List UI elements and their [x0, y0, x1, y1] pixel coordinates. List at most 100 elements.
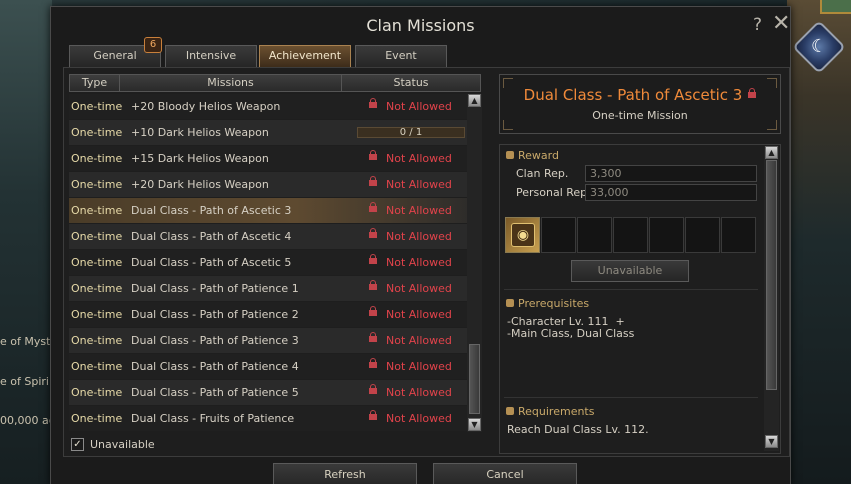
lock-icon: [369, 280, 377, 293]
status-text: Not Allowed: [386, 256, 452, 269]
mission-row[interactable]: One-time Dual Class - Path of Patience 4 N…: [69, 354, 481, 379]
tab-general[interactable]: General 6: [69, 37, 162, 67]
mission-detail-body: Reward Clan Rep. 3,300 Personal Rep. 33,…: [499, 144, 781, 454]
lock-icon: [369, 254, 377, 267]
reward-heading: Reward: [506, 149, 559, 162]
background-text-fragment: e of Spiri: [0, 375, 49, 388]
mission-row[interactable]: One-time Dual Class - Path of Ascetic 4 No…: [69, 224, 481, 249]
mission-title-text: Dual Class - Path of Ascetic 3: [523, 86, 743, 104]
notification-badge: 6: [144, 37, 162, 53]
mission-status-cell: Not Allowed: [369, 276, 452, 301]
mission-row[interactable]: One-time Dual Class - Path of Patience 1 N…: [69, 276, 481, 301]
tab-label: Achievement: [268, 49, 342, 62]
dialog-title: Clan Missions: [366, 16, 475, 35]
mission-row[interactable]: One-time +20 Bloody Helios Weapon Not Allo…: [69, 94, 481, 119]
refresh-button[interactable]: Refresh: [273, 463, 417, 484]
reward-slot: [721, 217, 756, 253]
scroll-up-icon[interactable]: ▲: [468, 94, 481, 107]
lock-icon: [369, 410, 377, 423]
mission-type-cell: One-time: [71, 178, 123, 191]
scrollbar-thumb[interactable]: [766, 160, 777, 390]
clan-rep-value: 3,300: [585, 165, 757, 182]
scroll-up-icon[interactable]: ▲: [765, 146, 778, 159]
tab-intensive[interactable]: Intensive: [165, 45, 257, 67]
mission-progress-bar: 0 / 1: [357, 127, 465, 138]
detail-scrollbar[interactable]: ▲ ▼: [764, 146, 779, 451]
scroll-down-icon[interactable]: ▼: [765, 435, 778, 448]
book-icon: ◉: [511, 223, 535, 247]
mission-row[interactable]: One-time +10 Dark Helios Weapon 0 / 1: [69, 120, 481, 145]
reward-icon: [506, 151, 514, 159]
cancel-button[interactable]: Cancel: [433, 463, 577, 484]
mission-row[interactable]: One-time Dual Class - Path of Patience 5 N…: [69, 380, 481, 405]
unavailable-button[interactable]: Unavailable: [571, 260, 689, 282]
mission-row[interactable]: One-time Dual Class - Fruits of Patience N…: [69, 406, 481, 431]
tab-label: Event: [385, 49, 417, 62]
column-header-status[interactable]: Status: [342, 75, 480, 91]
mission-row[interactable]: One-time Dual Class - Path of Patience 3 N…: [69, 328, 481, 353]
mission-type-cell: One-time: [71, 126, 123, 139]
reward-slot: [577, 217, 612, 253]
background-text-fragment: e of Myst: [0, 335, 51, 348]
column-header-type[interactable]: Type: [70, 75, 120, 91]
status-text: Not Allowed: [386, 230, 452, 243]
help-icon[interactable]: ?: [753, 15, 762, 35]
background-left-scenery: [0, 0, 52, 484]
lock-icon: [369, 150, 377, 163]
lock-icon: [748, 88, 757, 101]
background-text-fragment: 00,000 ac: [0, 414, 55, 427]
mission-name-cell: +10 Dark Helios Weapon: [131, 126, 269, 139]
column-header-missions[interactable]: Missions: [120, 75, 342, 91]
scrollbar-thumb[interactable]: [469, 344, 480, 414]
mission-row[interactable]: One-time +15 Dark Helios Weapon Not Allowe…: [69, 146, 481, 171]
mission-name-cell: Dual Class - Path of Patience 5: [131, 386, 299, 399]
unavailable-checkbox[interactable]: ✓: [71, 438, 84, 451]
status-text: Not Allowed: [386, 100, 452, 113]
lock-icon: [369, 306, 377, 319]
mission-name-cell: Dual Class - Path of Patience 3: [131, 334, 299, 347]
tab-event[interactable]: Event: [355, 45, 447, 67]
requirements-heading: Requirements: [506, 405, 594, 418]
mission-name-cell: +20 Dark Helios Weapon: [131, 178, 269, 191]
reward-slot[interactable]: ◉: [505, 217, 540, 253]
background-right-scenery: [787, 0, 851, 484]
divider: [504, 397, 758, 398]
mission-row[interactable]: One-time Dual Class - Path of Ascetic 5 No…: [69, 250, 481, 275]
close-icon[interactable]: ✕: [772, 13, 790, 35]
mission-type-cell: One-time: [71, 230, 123, 243]
mission-status-cell: Not Allowed: [369, 406, 452, 431]
lock-icon: [369, 98, 377, 111]
unavailable-checkbox-label: Unavailable: [90, 438, 155, 451]
lock-icon: [369, 176, 377, 189]
mission-status-cell: Not Allowed: [369, 302, 452, 327]
status-text: Not Allowed: [386, 204, 452, 217]
lock-icon: [369, 358, 377, 371]
scroll-down-icon[interactable]: ▼: [468, 418, 481, 431]
mission-status-cell: Not Allowed: [369, 380, 452, 405]
mission-title: Dual Class - Path of Ascetic 3: [500, 86, 780, 104]
lock-icon: [369, 202, 377, 215]
mission-name-cell: +15 Dark Helios Weapon: [131, 152, 269, 165]
mission-row[interactable]: One-time Dual Class - Path of Ascetic 3 No…: [69, 198, 481, 223]
mission-name-cell: Dual Class - Path of Patience 1: [131, 282, 299, 295]
prerequisites-text: -Character Lv. 111 + -Main Class, Dual C…: [507, 315, 635, 340]
reward-slot: [685, 217, 720, 253]
tab-achievement[interactable]: Achievement: [259, 45, 351, 67]
mission-row[interactable]: One-time +20 Dark Helios Weapon Not Allowe…: [69, 172, 481, 197]
mission-name-cell: Dual Class - Path of Patience 2: [131, 308, 299, 321]
requirements-icon: [506, 407, 514, 415]
minimap-corner[interactable]: [820, 0, 851, 14]
mission-status-cell: Not Allowed: [369, 94, 452, 119]
reward-slot: [541, 217, 576, 253]
mission-type-cell: One-time: [71, 152, 123, 165]
list-scrollbar[interactable]: ▲ ▼: [467, 94, 482, 432]
lock-icon: [369, 228, 377, 241]
clan-missions-dialog: Clan Missions ? ✕ General 6 Intensive Ac…: [50, 6, 791, 484]
mission-type-cell: One-time: [71, 386, 123, 399]
reward-item-slots: ◉: [505, 217, 757, 253]
mission-status-cell: Not Allowed: [369, 250, 452, 275]
prerequisites-icon: [506, 299, 514, 307]
mission-name-cell: Dual Class - Path of Ascetic 4: [131, 230, 292, 243]
mission-list: Type Missions Status One-time +20 Bloody …: [69, 74, 481, 434]
mission-row[interactable]: One-time Dual Class - Path of Patience 2 N…: [69, 302, 481, 327]
